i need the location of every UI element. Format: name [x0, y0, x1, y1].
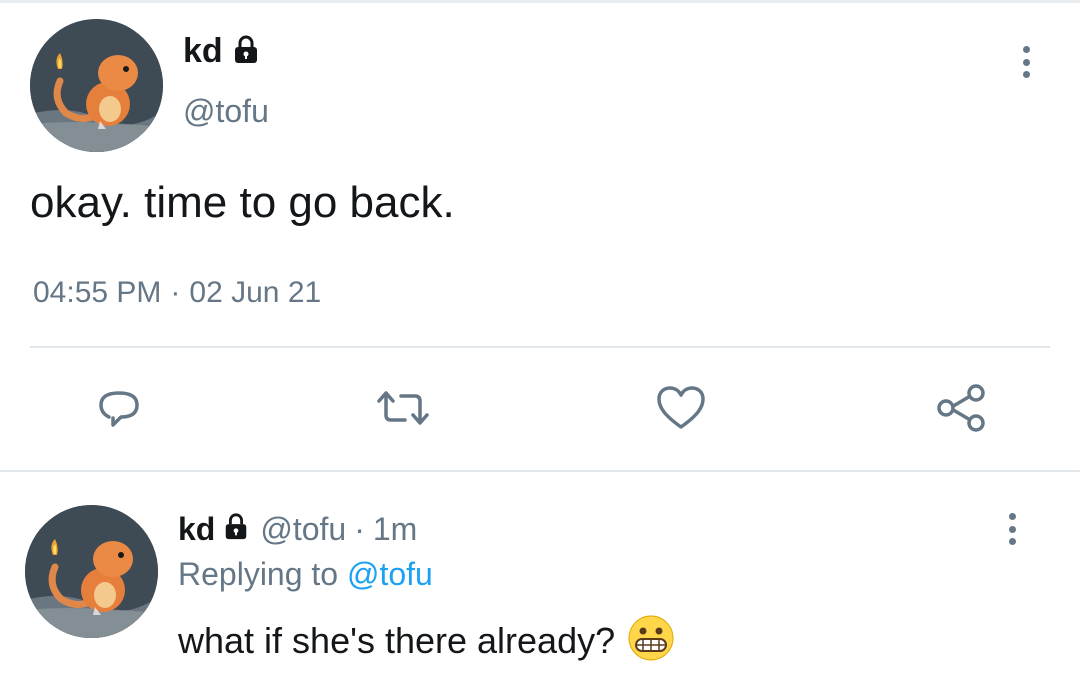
lock-icon — [222, 511, 250, 548]
tweet-time: 04:55 PM — [33, 276, 162, 309]
handle[interactable]: @tofu — [183, 93, 269, 130]
reply-header: kd @tofu · 1m — [178, 508, 417, 550]
more-options-icon[interactable] — [1020, 46, 1032, 78]
timestamp-separator: · — [170, 276, 181, 309]
display-name[interactable]: kd — [183, 32, 223, 71]
replying-to-label: Replying to — [178, 556, 339, 592]
like-button[interactable] — [652, 380, 710, 436]
tweet-date: 02 Jun 21 — [189, 276, 322, 309]
share-icon — [937, 384, 985, 432]
share-button[interactable] — [932, 380, 990, 436]
reply-button[interactable] — [92, 380, 148, 436]
reply-body: what if she's there already? — [178, 614, 675, 667]
reply-avatar[interactable] — [25, 505, 158, 638]
like-icon — [657, 386, 705, 429]
section-divider — [0, 470, 1080, 472]
reply-age: 1m — [372, 510, 418, 547]
replying-to-line: Replying to @tofu — [178, 556, 433, 593]
author-name-row: kd — [183, 30, 261, 72]
lock-icon — [231, 34, 261, 69]
tweet-text: okay. time to go back. — [30, 178, 455, 227]
reply-text: what if she's there already? — [178, 619, 616, 661]
grimacing-face-emoji-icon — [627, 614, 675, 667]
reply-handle[interactable]: @tofu — [260, 511, 346, 548]
reply-icon — [99, 391, 139, 427]
reply-display-name[interactable]: kd — [178, 511, 215, 548]
reply-more-options-icon[interactable] — [1006, 513, 1018, 545]
charmander-avatar-icon — [30, 19, 163, 152]
tweet-timestamp: 04:55 PM · 02 Jun 21 — [33, 276, 321, 310]
top-border — [0, 0, 1080, 3]
retweet-icon — [377, 391, 429, 425]
retweet-button[interactable] — [372, 380, 434, 436]
divider — [30, 346, 1050, 348]
avatar[interactable] — [30, 19, 163, 152]
charmander-avatar-icon — [25, 505, 158, 638]
reply-separator: · — [354, 510, 365, 547]
replying-to-link[interactable]: @tofu — [347, 556, 433, 592]
